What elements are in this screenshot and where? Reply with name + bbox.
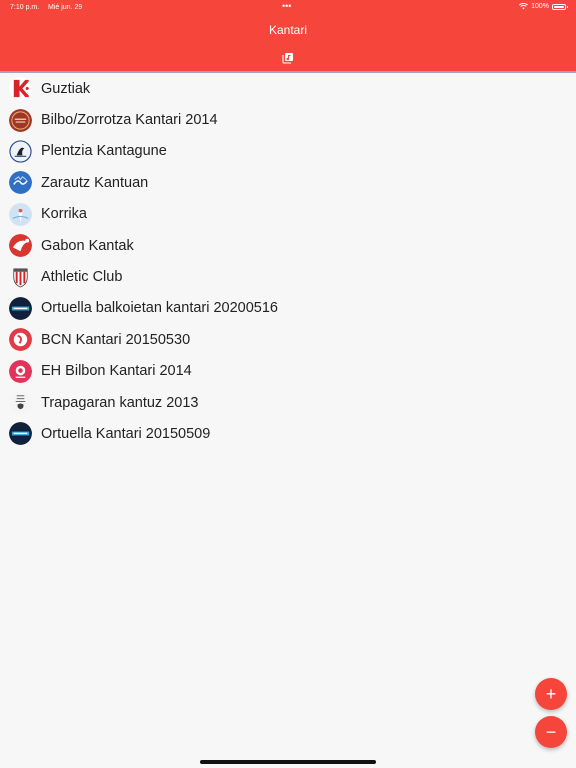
list-item[interactable]: EH Bilbon Kantari 2014 [0, 356, 576, 387]
battery-percent: 100% [531, 3, 549, 10]
library-add-icon[interactable] [282, 52, 294, 64]
status-date: Mié jun. 29 [48, 4, 83, 11]
list-item-label: Plentzia Kantagune [41, 143, 167, 160]
bilbo-zorrotza-badge-icon [9, 108, 32, 132]
trapagaran-badge-icon [9, 391, 32, 415]
bcn-badge-icon [9, 328, 32, 352]
list-item[interactable]: Bilbo/Zorrotza Kantari 2014 [0, 104, 576, 135]
list-item-label: Athletic Club [41, 269, 123, 286]
list-item[interactable]: Gabon Kantak [0, 230, 576, 261]
list-item[interactable]: Ortuella balkoietan kantari 20200516 [0, 293, 576, 324]
list-item-label: Trapagaran kantuz 2013 [41, 394, 199, 411]
list-item[interactable]: Ortuella Kantari 20150509 [0, 418, 576, 449]
athletic-club-crest-icon [9, 265, 32, 289]
list-item-label: Ortuella Kantari 20150509 [41, 425, 211, 442]
list-item-label: Ortuella balkoietan kantari 20200516 [41, 300, 278, 317]
list-item-label: Guztiak [41, 80, 91, 97]
gabon-badge-icon [9, 234, 32, 258]
list-item[interactable]: Zarautz Kantuan [0, 167, 576, 198]
zarautz-badge-icon [9, 171, 32, 195]
ortuella-badge-icon [9, 296, 32, 320]
wifi-icon [519, 3, 529, 10]
list-item-label: Gabon Kantak [41, 237, 134, 254]
status-right: 100% [519, 3, 568, 10]
korrika-badge-icon [9, 202, 32, 226]
list-item[interactable]: Athletic Club [0, 261, 576, 292]
page-title: Kantari [268, 23, 308, 37]
list-item[interactable]: Korrika [0, 199, 576, 230]
add-button[interactable]: + [535, 678, 567, 710]
list-item[interactable]: Plentzia Kantagune [0, 136, 576, 167]
list-item-label: Korrika [41, 206, 87, 223]
app-header: 7:10 p.m. Mié jun. 29 ••• 100% Kantari [0, 0, 576, 73]
plentzia-badge-icon [9, 139, 32, 163]
list-item-label: BCN Kantari 20150530 [41, 331, 191, 348]
remove-button[interactable]: − [535, 716, 567, 748]
home-indicator[interactable] [200, 760, 376, 764]
status-bar: 7:10 p.m. Mié jun. 29 ••• 100% [0, 0, 576, 14]
list-item-label: EH Bilbon Kantari 2014 [41, 363, 192, 380]
ortuella-kantari-badge-icon [9, 422, 32, 446]
battery-icon [552, 3, 568, 10]
k-logo-icon [9, 77, 32, 101]
list-item[interactable]: Trapagaran kantuz 2013 [0, 387, 576, 418]
eh-bilbon-badge-icon [9, 359, 32, 383]
list-item[interactable]: BCN Kantari 20150530 [0, 324, 576, 355]
multitasking-dots[interactable]: ••• [282, 1, 291, 11]
playlist-list: Guztiak Bilbo/Zorrotza Kantari 2014 Plen… [0, 73, 576, 450]
list-item-label: Zarautz Kantuan [41, 174, 149, 191]
status-time: 7:10 p.m. [10, 4, 40, 11]
list-item[interactable]: Guztiak [0, 73, 576, 104]
list-item-label: Bilbo/Zorrotza Kantari 2014 [41, 112, 218, 129]
